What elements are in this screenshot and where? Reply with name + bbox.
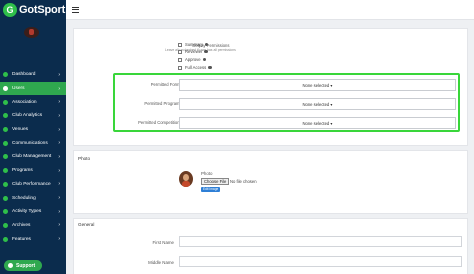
first-name-input[interactable] xyxy=(179,236,462,247)
hamburger-menu-icon[interactable] xyxy=(72,7,79,13)
user-avatar[interactable] xyxy=(24,27,39,38)
permitted-program-ids-select[interactable]: None selected ▾ xyxy=(179,98,456,110)
gotsport-logo-icon: G xyxy=(3,3,17,17)
sidebar-item-label: Club Performance xyxy=(12,181,51,187)
club-management-icon xyxy=(3,154,8,160)
checkbox-reviewer[interactable]: Reviewer xyxy=(178,49,208,54)
chevron-right-icon: › xyxy=(58,236,60,243)
logo[interactable]: G GotSport xyxy=(0,0,66,20)
sidebar-item-label: Club Management xyxy=(12,154,52,160)
sidebar-item-label: Venues xyxy=(12,127,29,133)
permitted-competition-ids-label: Permitted Competition IDs xyxy=(138,120,187,125)
sidebar-item-scheduling[interactable]: Scheduling › xyxy=(0,191,66,205)
permitted-form-ids-select[interactable]: None selected ▾ xyxy=(179,79,456,91)
chevron-right-icon: › xyxy=(58,181,60,188)
checkbox-approve[interactable]: Approve xyxy=(178,57,207,62)
info-icon xyxy=(204,42,209,47)
chevron-right-icon: › xyxy=(58,195,60,202)
choose-file-button[interactable]: Choose File xyxy=(201,178,230,185)
permissions-card: Gotpay Permissions Leave all unchecked i… xyxy=(73,28,468,146)
checkbox-label: Approve xyxy=(185,57,201,62)
checkbox-full-access[interactable]: Full Access xyxy=(178,65,212,70)
photo-section-title: Photo xyxy=(78,156,91,161)
communications-icon xyxy=(3,140,8,146)
sidebar-item-users[interactable]: Users › xyxy=(0,81,66,96)
sidebar-item-label: Archives xyxy=(12,222,31,228)
checkbox-summary[interactable]: Summary xyxy=(178,42,209,47)
support-button[interactable]: Support xyxy=(4,260,42,271)
checkbox[interactable] xyxy=(178,57,182,62)
first-name-label: First Name xyxy=(152,240,174,245)
sidebar-item-dashboard[interactable]: Dashboard › xyxy=(0,68,66,82)
archives-icon xyxy=(3,222,8,228)
middle-name-label: Middle Name xyxy=(148,260,174,265)
chevron-right-icon: › xyxy=(58,85,60,92)
association-icon xyxy=(3,99,8,105)
info-icon xyxy=(208,65,212,70)
venues-icon xyxy=(3,127,8,133)
edit-image-button[interactable]: Edit Image xyxy=(201,187,221,192)
help-icon xyxy=(8,263,13,268)
general-card: General First Name Middle Name xyxy=(73,218,468,274)
sidebar-item-venues[interactable]: Venues › xyxy=(0,123,66,137)
sidebar-item-label: Features xyxy=(12,236,31,242)
info-icon xyxy=(202,57,207,62)
sidebar-item-club-analytics[interactable]: Club Analytics › xyxy=(0,109,66,123)
permitted-competition-ids-select[interactable]: None selected ▾ xyxy=(179,117,456,129)
sidebar-item-label: Programs xyxy=(12,168,33,174)
sidebar-item-programs[interactable]: Programs › xyxy=(0,164,66,178)
chevron-right-icon: › xyxy=(58,208,60,215)
programs-icon xyxy=(3,168,8,174)
support-label: Support xyxy=(16,262,36,269)
chevron-right-icon: › xyxy=(58,71,60,78)
sidebar: G GotSport Dashboard › Users › Association… xyxy=(0,0,66,274)
checkbox[interactable] xyxy=(178,42,182,47)
chevron-right-icon: › xyxy=(58,112,60,119)
chevron-right-icon: › xyxy=(58,140,60,147)
checkbox-label: Full Access xyxy=(185,65,207,70)
analytics-icon xyxy=(3,113,8,119)
sidebar-item-label: Scheduling xyxy=(12,195,36,201)
sidebar-item-label: Communications xyxy=(12,140,48,146)
dashboard-icon xyxy=(3,72,8,78)
performance-icon xyxy=(3,181,8,187)
top-bar xyxy=(66,0,474,20)
chevron-right-icon: › xyxy=(58,167,60,174)
sidebar-item-label: Users xyxy=(12,86,25,92)
scheduling-icon xyxy=(3,195,8,201)
photo-avatar xyxy=(179,171,193,187)
sidebar-item-label: Dashboard xyxy=(12,72,36,78)
activity-types-icon xyxy=(3,209,8,215)
sidebar-nav: Dashboard › Users › Association › Club Anal… xyxy=(0,68,66,246)
sidebar-item-activity-types[interactable]: Activity Types › xyxy=(0,205,66,219)
permitted-form-ids-label: Permitted Form IDs xyxy=(150,82,187,87)
features-icon xyxy=(3,236,8,242)
sidebar-item-association[interactable]: Association › xyxy=(0,95,66,109)
users-icon xyxy=(3,86,8,92)
sidebar-item-label: Activity Types xyxy=(12,209,42,215)
chevron-right-icon: › xyxy=(58,99,60,106)
chevron-right-icon: › xyxy=(58,222,60,229)
sidebar-item-club-performance[interactable]: Club Performance › xyxy=(0,178,66,192)
info-icon xyxy=(204,49,208,54)
checkbox-label: Reviewer xyxy=(185,49,203,54)
checkbox[interactable] xyxy=(178,65,182,70)
checkbox[interactable] xyxy=(178,49,182,54)
sidebar-item-communications[interactable]: Communications › xyxy=(0,136,66,150)
permitted-program-ids-label: Permitted Program IDs xyxy=(144,101,187,106)
logo-text: GotSport xyxy=(19,4,66,16)
checkbox-label: Summary xyxy=(185,42,203,47)
sidebar-item-label: Club Analytics xyxy=(12,113,43,119)
general-section-title: General xyxy=(78,222,95,227)
sidebar-item-club-management[interactable]: Club Management › xyxy=(0,150,66,164)
chevron-right-icon: › xyxy=(58,153,60,160)
photo-card: Photo Photo Choose File No file chosen E… xyxy=(73,150,468,214)
sidebar-item-features[interactable]: Features › xyxy=(0,232,66,246)
no-file-text: No file chosen xyxy=(230,179,257,184)
sidebar-item-archives[interactable]: Archives › xyxy=(0,219,66,233)
chevron-right-icon: › xyxy=(58,126,60,133)
photo-field-label: Photo xyxy=(201,171,213,176)
sidebar-item-label: Association xyxy=(12,99,37,105)
middle-name-input[interactable] xyxy=(179,256,462,267)
